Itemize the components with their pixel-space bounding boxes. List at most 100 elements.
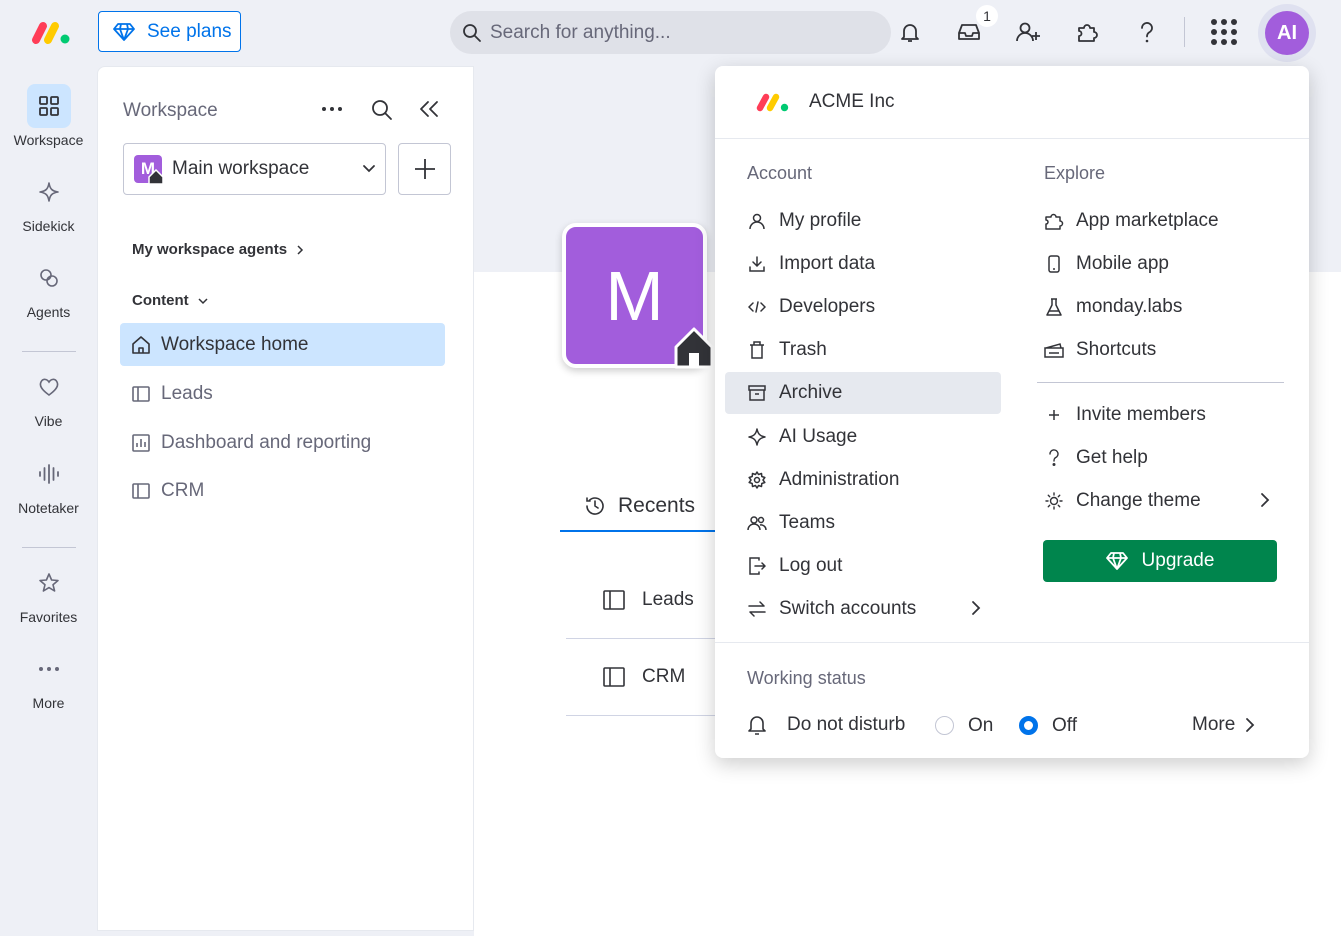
home-small-icon <box>148 169 164 185</box>
menu-item-label: Get help <box>1076 447 1148 468</box>
mobile-icon <box>1044 254 1064 274</box>
collapse-double-chevron-icon[interactable] <box>418 99 440 119</box>
keyboard-icon <box>1044 340 1064 360</box>
help-question-icon[interactable] <box>1132 17 1162 47</box>
more-options-icon[interactable] <box>320 99 344 119</box>
menu-item-label: AI Usage <box>779 426 858 447</box>
menu-item-app-marketplace[interactable]: App marketplace <box>1044 200 1284 242</box>
chevron-right-icon <box>297 244 304 255</box>
menu-item-import-data[interactable]: Import data <box>747 243 1001 285</box>
search-icon[interactable] <box>370 98 394 122</box>
home-icon <box>674 327 714 369</box>
nav-dashboard-and-reporting[interactable]: Dashboard and reporting <box>120 421 445 464</box>
heart-icon <box>27 365 71 409</box>
rail-divider <box>22 351 76 352</box>
account-section-title: Account <box>747 163 813 183</box>
menu-item-label: Teams <box>779 512 835 533</box>
menu-item-my-profile[interactable]: My profile <box>747 200 1001 242</box>
more-label: More <box>1192 714 1236 735</box>
nav-crm[interactable]: CRM <box>120 469 445 512</box>
menu-item-monday-labs[interactable]: monday.labs <box>1044 286 1284 328</box>
menu-item-label: Trash <box>779 339 827 360</box>
recent-item-crm[interactable]: CRM <box>566 639 736 716</box>
grid-icon <box>26 84 71 128</box>
menu-item-switch-accounts[interactable]: Switch accounts <box>747 588 1001 630</box>
upgrade-button[interactable]: Upgrade <box>1043 540 1277 582</box>
menu-item-invite-members[interactable]: Invite members <box>1044 394 1284 436</box>
chevron-right-icon <box>1260 492 1270 508</box>
recent-item-leads[interactable]: Leads <box>566 562 736 639</box>
nav-workspace-home[interactable]: Workspace home <box>120 323 445 366</box>
puzzle-icon[interactable] <box>1072 17 1102 47</box>
tab-recents[interactable]: Recents <box>560 482 730 532</box>
content-section-header[interactable]: Content <box>132 292 209 309</box>
rail-label: More <box>32 695 65 711</box>
account-menu: ACME Inc Account Explore My profile Impo… <box>715 66 1309 758</box>
dnd-on-radio[interactable] <box>935 716 954 735</box>
workspace-title: Workspace <box>123 100 218 121</box>
sun-icon <box>1044 491 1064 511</box>
dnd-off-label: Off <box>1052 715 1077 736</box>
dnd-on-label: On <box>968 715 994 736</box>
home-icon <box>132 335 150 354</box>
star-icon <box>27 561 71 605</box>
agents-icon <box>27 256 71 300</box>
menu-item-shortcuts[interactable]: Shortcuts <box>1044 329 1284 371</box>
notifications-bell-icon[interactable] <box>895 17 925 47</box>
avatar[interactable]: AI <box>1265 11 1309 55</box>
history-icon <box>586 497 604 515</box>
agents-section-header[interactable]: My workspace agents <box>132 241 305 258</box>
board-icon <box>132 482 150 499</box>
team-icon <box>747 513 767 533</box>
nav-leads[interactable]: Leads <box>120 372 445 415</box>
menu-item-archive[interactable]: Archive <box>725 372 1001 414</box>
menu-item-trash[interactable]: Trash <box>747 329 1001 371</box>
invite-user-icon[interactable] <box>1013 17 1043 47</box>
rail-item-vibe[interactable]: Vibe <box>0 365 97 429</box>
menu-item-change-theme[interactable]: Change theme <box>1044 480 1284 522</box>
content-section-label: Content <box>132 292 189 309</box>
do-not-disturb-label: Do not disturb <box>787 714 906 735</box>
rail-item-more[interactable]: More <box>0 647 97 711</box>
rail-item-notetaker[interactable]: Notetaker <box>0 452 97 516</box>
account-header: ACME Inc <box>715 66 1309 139</box>
nav-label: Workspace home <box>161 333 309 355</box>
rail-item-agents[interactable]: Agents <box>0 256 97 320</box>
monday-logo-icon[interactable] <box>30 18 72 46</box>
rail-item-sidekick[interactable]: Sidekick <box>0 170 97 234</box>
working-status-more-button[interactable]: More <box>1192 714 1255 736</box>
nav-label: Leads <box>161 382 213 404</box>
puzzle-icon <box>1044 211 1064 231</box>
menu-item-developers[interactable]: Developers <box>747 286 1001 328</box>
workspace-logo[interactable]: M <box>562 223 714 369</box>
rail-divider <box>22 547 76 548</box>
code-icon <box>747 297 767 317</box>
agents-section-label: My workspace agents <box>132 241 288 258</box>
diamond-icon <box>1105 551 1128 571</box>
workspace-logo-letter: M <box>605 256 664 335</box>
menu-item-ai-usage[interactable]: AI Usage <box>747 416 1001 458</box>
topbar-divider <box>1184 17 1185 47</box>
apps-grid-icon[interactable] <box>1209 17 1239 47</box>
menu-item-administration[interactable]: Administration <box>747 459 1001 501</box>
workspace-selected-label: Main workspace <box>172 158 310 179</box>
plus-icon <box>414 159 435 179</box>
see-plans-button[interactable]: See plans <box>98 11 241 52</box>
workspace-selector[interactable]: M Main workspace <box>123 143 386 195</box>
search-input[interactable]: Search for anything... <box>450 11 891 54</box>
rail-item-favorites[interactable]: Favorites <box>0 561 97 625</box>
dashboard-icon <box>132 433 150 452</box>
archive-icon <box>747 383 767 403</box>
menu-item-mobile-app[interactable]: Mobile app <box>1044 243 1284 285</box>
menu-item-teams[interactable]: Teams <box>747 502 1001 544</box>
rail-label: Workspace <box>13 132 84 148</box>
menu-item-get-help[interactable]: Get help <box>1044 437 1284 479</box>
add-item-button[interactable] <box>398 143 451 195</box>
rail-item-workspace[interactable]: Workspace <box>0 84 97 148</box>
menu-item-label: Invite members <box>1076 404 1206 425</box>
rail-label: Agents <box>26 304 71 320</box>
menu-item-log-out[interactable]: Log out <box>747 545 1001 587</box>
dnd-off-radio[interactable] <box>1019 716 1038 735</box>
menu-item-label: My profile <box>779 210 862 231</box>
working-status-row: Do not disturb On Off More <box>747 706 1277 744</box>
